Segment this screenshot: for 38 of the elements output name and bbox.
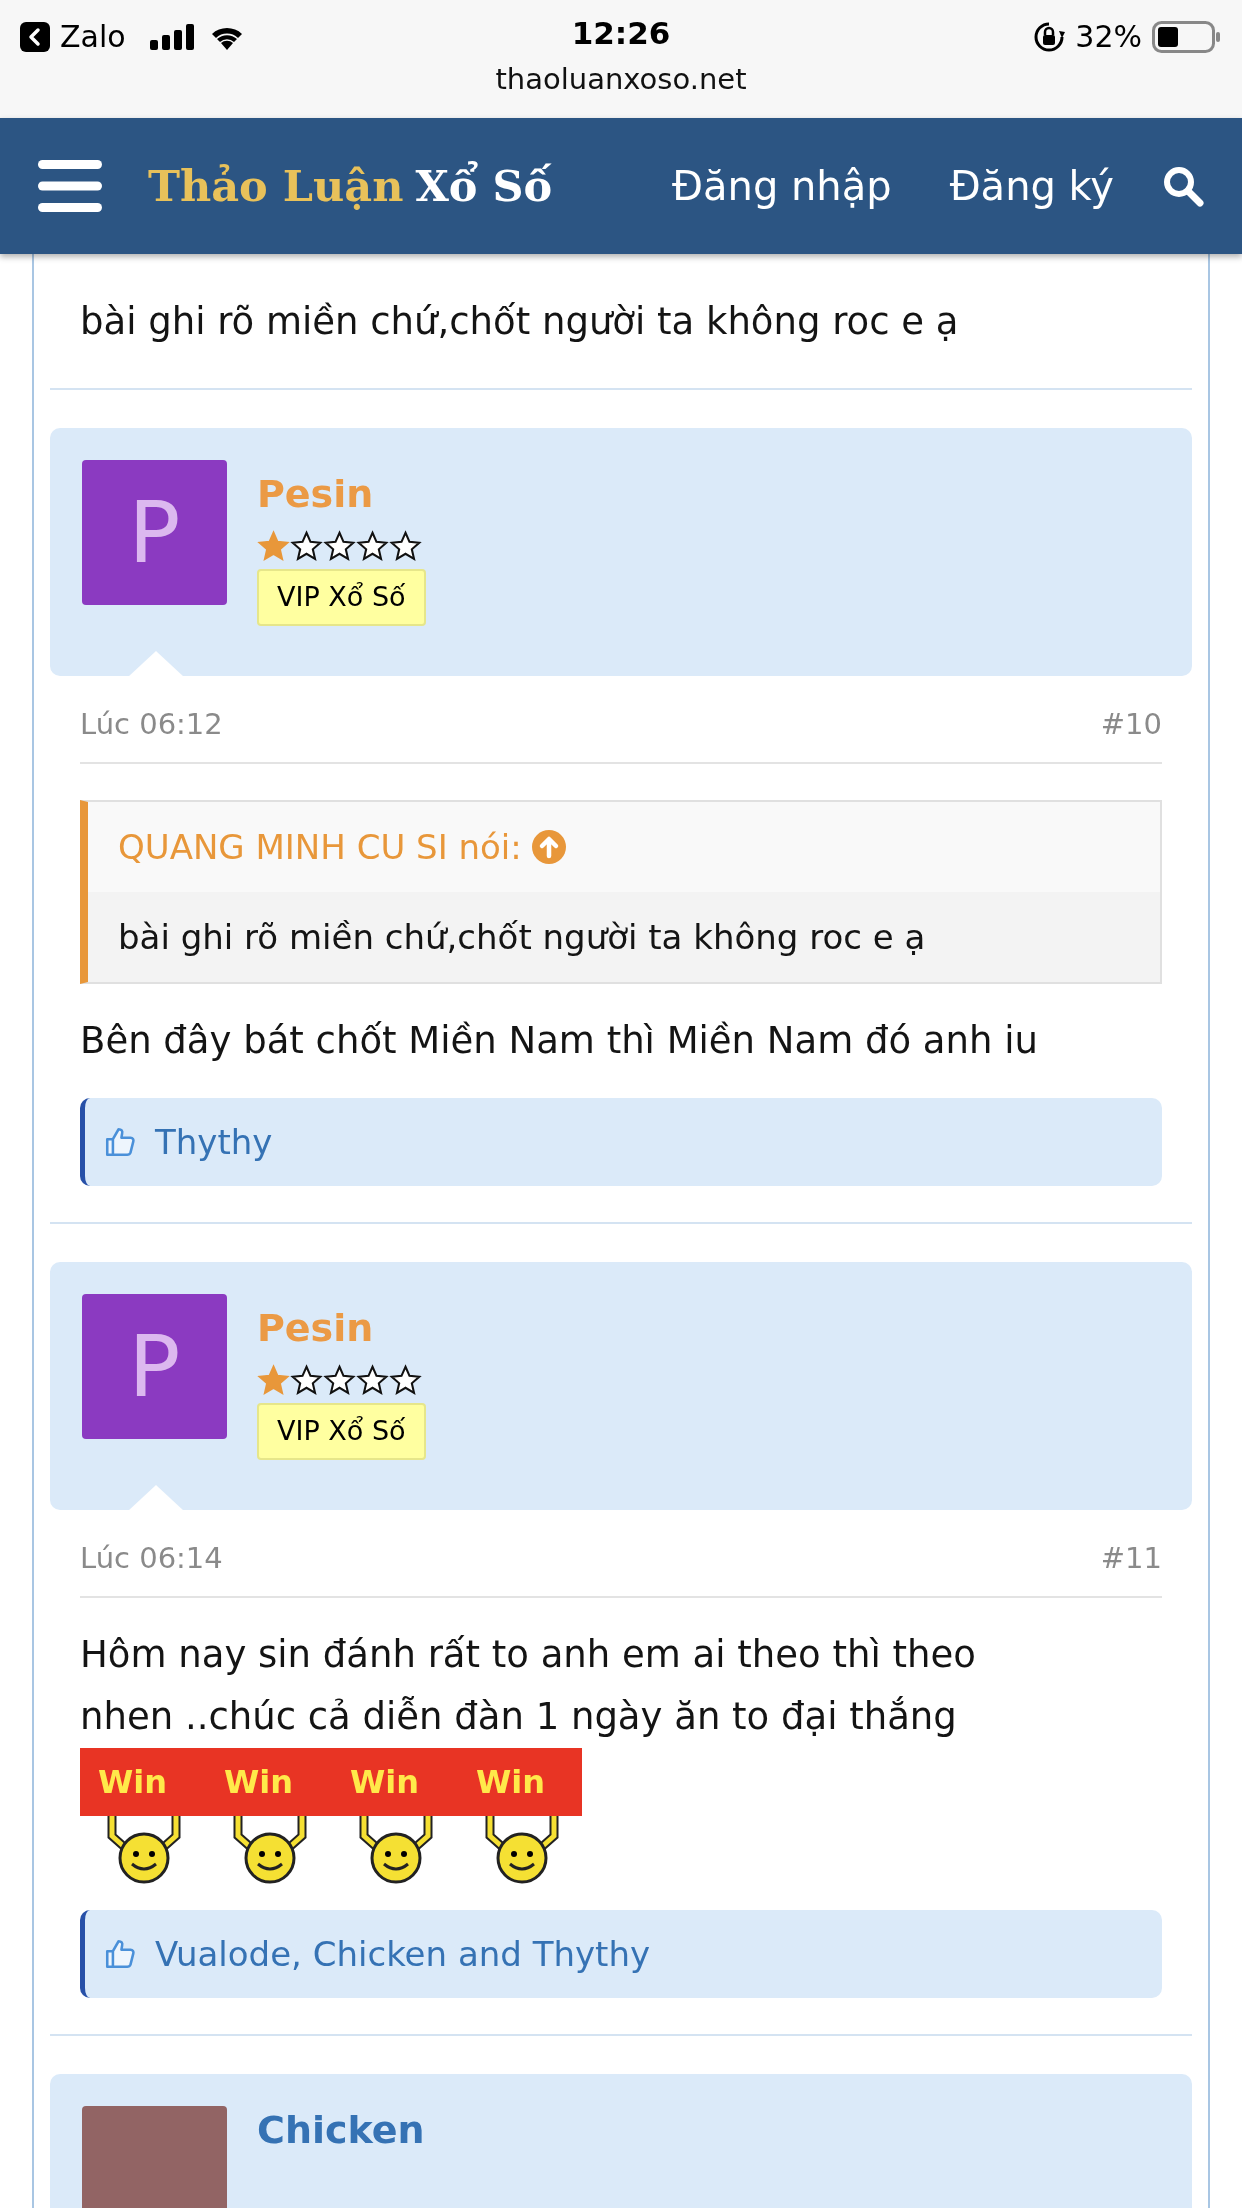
quote-text: bài ghi rõ miền chứ,chốt người ta không roc e ạ [118, 915, 926, 959]
battery-icon [1152, 20, 1222, 53]
post-time: Lúc 06:14 [80, 1540, 223, 1578]
nav-link[interactable]: Đăng ký [949, 156, 1114, 216]
post-message: bài ghi rõ miền chứ,chốt người ta không roc e ạ [80, 299, 960, 345]
search-icon[interactable] [1162, 165, 1204, 207]
user-badge: VIP Xổ Số [257, 1403, 426, 1460]
post-message: Hôm nay sin đánh rất to anh em ai theo thì theo [80, 1632, 977, 1678]
nav-link[interactable]: Đăng nhập [672, 156, 892, 216]
avatar[interactable]: P [82, 1294, 227, 1439]
post-time: Lúc 06:12 [80, 706, 223, 744]
banner-text: Win [476, 1762, 547, 1803]
thumbs-up-icon [103, 1937, 137, 1971]
clock-time: 12:26 [571, 14, 671, 53]
post-number[interactable]: #10 [1100, 703, 1162, 747]
back-app-label[interactable]: Zalo [60, 14, 126, 59]
avatar[interactable]: P [82, 460, 227, 605]
url-text: thaoluanxoso.net [495, 61, 747, 98]
site-logo[interactable]: Thảo Luận Xổ Số [148, 153, 553, 219]
post-number[interactable]: #11 [1100, 1537, 1162, 1581]
author-name[interactable]: Chicken [257, 2106, 425, 2154]
filled-star-icon [257, 530, 290, 563]
likes-text[interactable]: Thythy [155, 1116, 273, 1168]
battery-percent: 32% [1075, 18, 1142, 56]
banner-text: Win [98, 1762, 169, 1803]
thumbs-up-icon [103, 1125, 137, 1159]
back-icon[interactable] [20, 21, 50, 52]
speech-notch [128, 651, 184, 677]
rotation-lock-icon [1033, 20, 1066, 53]
speech-notch [128, 1485, 184, 1511]
banner-text: Win [224, 1762, 295, 1803]
banner-text: Win [350, 1762, 421, 1803]
menu-icon[interactable] [38, 160, 102, 212]
filled-star-icon [257, 1364, 290, 1397]
likes-text[interactable]: Vualode, Chicken and Thythy [155, 1928, 651, 1980]
user-badge: VIP Xổ Số [257, 569, 426, 626]
post-message: Bên đây bát chốt Miền Nam thì Miền Nam đó anh iu [80, 1018, 1039, 1064]
post-message: nhen ..chúc cả diễn đàn 1 ngày ăn to đại thắng [80, 1694, 958, 1740]
